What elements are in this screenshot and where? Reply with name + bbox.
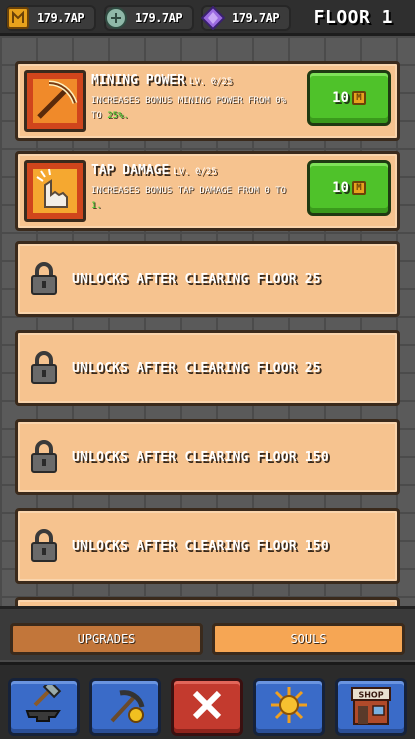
anvil-hammer-icon [21, 679, 67, 729]
nav-souls-button[interactable] [253, 678, 325, 736]
locked-upgrade-card: UNLOCKS AFTER CLEARING FLOOR 25 [15, 330, 400, 406]
upgrade-description: INCREASES BONUS MINING POWER FROM 0% TO … [91, 96, 287, 121]
top-bar: 179.7AP 179.7AP 179.7AP FLOOR 1 [0, 0, 415, 36]
upgrade-level: LV. 0/25 [173, 167, 217, 177]
nav-forge-button[interactable] [8, 678, 80, 736]
pickaxe-gold-icon [102, 685, 148, 729]
upgrade-title: MINING POWER LV. 0/25 [91, 73, 233, 88]
nav-close-button[interactable] [171, 678, 243, 736]
tab-upgrades[interactable]: UPGRADES [10, 623, 203, 655]
resource-souls-value: 179.7AP [135, 11, 183, 25]
padlock-icon [30, 262, 58, 296]
sun-emblem-icon [266, 685, 312, 729]
bottom-nav: SHOP [0, 662, 415, 739]
resource-gems: 179.7AP [201, 5, 291, 31]
tap-hand-icon [24, 160, 86, 222]
locked-label: UNLOCKS AFTER CLEARING FLOOR 25 [72, 360, 321, 376]
locked-label: UNLOCKS AFTER CLEARING FLOOR 25 [72, 271, 321, 287]
upgrade-level: LV. 0/25 [188, 77, 233, 87]
resource-gold: 179.7AP [6, 5, 96, 31]
upgrade-list[interactable]: MINING POWER LV. 0/25 INCREASES BONUS MIN… [0, 36, 415, 617]
shop-icon: SHOP [348, 684, 394, 730]
buy-mining-power-button[interactable]: 10 M [307, 70, 391, 126]
nav-shop-button[interactable]: SHOP [335, 678, 407, 736]
soul-stone-icon [103, 5, 129, 31]
locked-label: UNLOCKS AFTER CLEARING FLOOR 150 [72, 449, 329, 465]
close-x-icon [187, 685, 227, 729]
resource-gold-value: 179.7AP [37, 11, 85, 25]
upgrade-card-tap-damage: TAP DAMAGE LV. 0/25 INCREASES BONUS TAP D… [15, 151, 400, 231]
svg-text:SHOP: SHOP [358, 691, 383, 700]
tab-souls[interactable]: SOULS [212, 623, 405, 655]
gold-coin-icon [5, 5, 31, 31]
nav-mining-button[interactable] [89, 678, 161, 736]
buy-tap-damage-button[interactable]: 10 M [307, 160, 391, 216]
gold-coin-icon: M [351, 91, 366, 105]
floor-label: FLOOR 1 [313, 7, 393, 28]
padlock-icon [30, 351, 58, 385]
purple-gem-icon [200, 5, 226, 31]
padlock-icon [30, 440, 58, 474]
locked-upgrade-card: UNLOCKS AFTER CLEARING FLOOR 25 [15, 241, 400, 317]
resource-gems-value: 179.7AP [232, 11, 280, 25]
upgrade-card-mining-power: MINING POWER LV. 0/25 INCREASES BONUS MIN… [15, 61, 400, 141]
cost-value: 10 [332, 180, 349, 196]
padlock-icon [30, 529, 58, 563]
cost-value: 10 [332, 90, 349, 106]
upgrade-title: TAP DAMAGE LV. 0/25 [91, 163, 217, 178]
gold-coin-icon: M [351, 181, 366, 195]
locked-upgrade-card: UNLOCKS AFTER CLEARING FLOOR 150 [15, 508, 400, 584]
upgrade-description: INCREASES BONUS TAP DAMAGE FROM 0 TO 1. [91, 186, 287, 211]
locked-upgrade-card: UNLOCKS AFTER CLEARING FLOOR 150 [15, 419, 400, 495]
tab-bar: UPGRADES SOULS [0, 606, 415, 660]
locked-label: UNLOCKS AFTER CLEARING FLOOR 150 [72, 538, 329, 554]
resource-souls: 179.7AP [104, 5, 194, 31]
pickaxe-icon [24, 70, 86, 132]
